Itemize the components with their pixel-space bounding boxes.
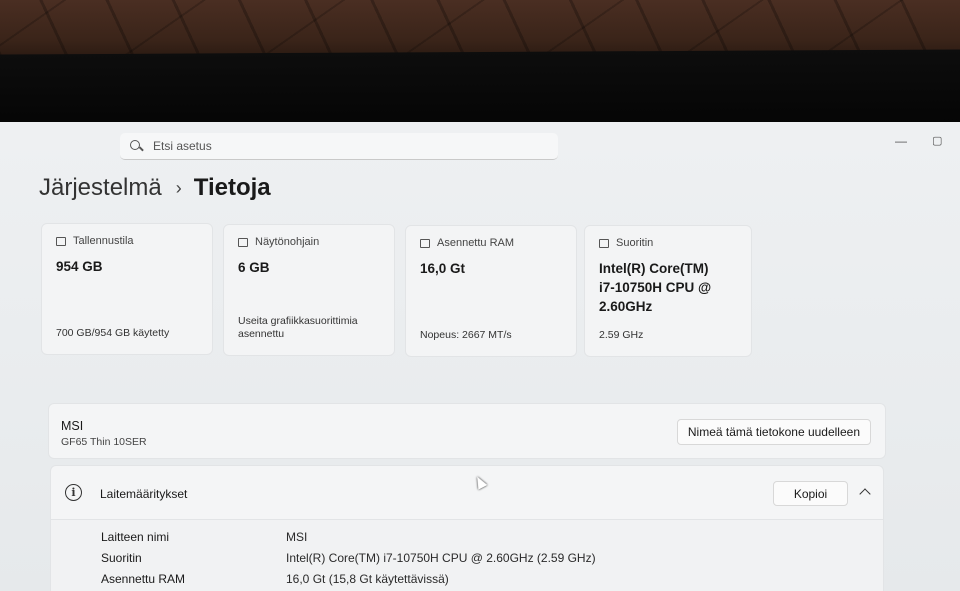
spec-label: Asennettu RAM — [101, 572, 186, 586]
search-icon — [130, 139, 143, 153]
card-label: Näytönohjain — [255, 236, 320, 248]
device-name: MSI — [61, 419, 84, 433]
ram-card[interactable]: Asennettu RAM 16,0 Gt Nopeus: 2667 MT/s — [405, 225, 577, 357]
section-title: Laitemääritykset — [100, 487, 188, 501]
card-value: 16,0 Gt — [420, 261, 466, 276]
display-adapter-icon — [238, 237, 248, 247]
processor-card[interactable]: Suoritin Intel(R) Core(TM) i7-10750H CPU… — [584, 225, 752, 357]
minimize-button[interactable]: — — [895, 134, 907, 148]
card-subtext: Useita grafiikkasuorittimia asennettu — [238, 315, 358, 340]
card-value: Intel(R) Core(TM) i7-10750H CPU @ 2.60GH… — [599, 261, 712, 314]
card-subtext: Nopeus: 2667 MT/s — [420, 329, 512, 341]
processor-icon — [599, 238, 609, 248]
device-specifications-header[interactable]: i Laitemääritykset Kopioi — [50, 465, 884, 520]
spec-value: 16,0 Gt (15,8 Gt käytettävissä) — [286, 572, 449, 586]
chevron-up-icon[interactable] — [859, 488, 871, 500]
card-label: Asennettu RAM — [437, 237, 515, 249]
card-value: 954 GB — [56, 259, 103, 274]
monitor-bezel — [0, 49, 960, 129]
storage-icon — [56, 236, 66, 246]
card-label: Suoritin — [616, 237, 654, 249]
info-icon: i — [65, 484, 82, 501]
storage-card[interactable]: Tallennustila 954 GB 700 GB/954 GB käyte… — [41, 223, 213, 355]
card-subtext: 2.59 GHz — [599, 329, 644, 341]
device-model: GF65 Thin 10SER — [61, 436, 147, 448]
device-specifications-list: Laitteen nimi MSI Suoritin Intel(R) Core… — [50, 520, 884, 591]
card-label: Tallennustila — [73, 235, 134, 247]
card-subtext: 700 GB/954 GB käytetty — [56, 327, 170, 339]
spec-value: MSI — [286, 530, 308, 544]
search-input[interactable]: Etsi asetus — [120, 133, 558, 160]
chevron-right-icon: › — [175, 177, 182, 198]
search-placeholder: Etsi asetus — [153, 139, 212, 153]
copy-button[interactable]: Kopioi — [773, 481, 848, 506]
breadcrumb-parent[interactable]: Järjestelmä — [39, 174, 162, 202]
spec-label: Suoritin — [101, 551, 142, 565]
settings-window: — ▢ Etsi asetus Järjestelmä › Tietoja Ta… — [0, 122, 960, 591]
spec-value: Intel(R) Core(TM) i7-10750H CPU @ 2.60GH… — [286, 551, 596, 565]
display-adapter-card[interactable]: Näytönohjain 6 GB Useita grafiikkasuorit… — [223, 224, 395, 356]
spec-label: Laitteen nimi — [101, 530, 170, 544]
ram-icon — [420, 238, 430, 248]
card-value: 6 GB — [238, 260, 270, 275]
rename-pc-button[interactable]: Nimeä tämä tietokone uudelleen — [676, 419, 871, 445]
page-title: Tietoja — [193, 174, 271, 201]
breadcrumb: Järjestelmä › Tietoja — [39, 174, 271, 202]
device-name-panel: MSI GF65 Thin 10SER Nimeä tämä tietokone… — [48, 403, 886, 459]
maximize-button[interactable]: ▢ — [932, 134, 942, 147]
